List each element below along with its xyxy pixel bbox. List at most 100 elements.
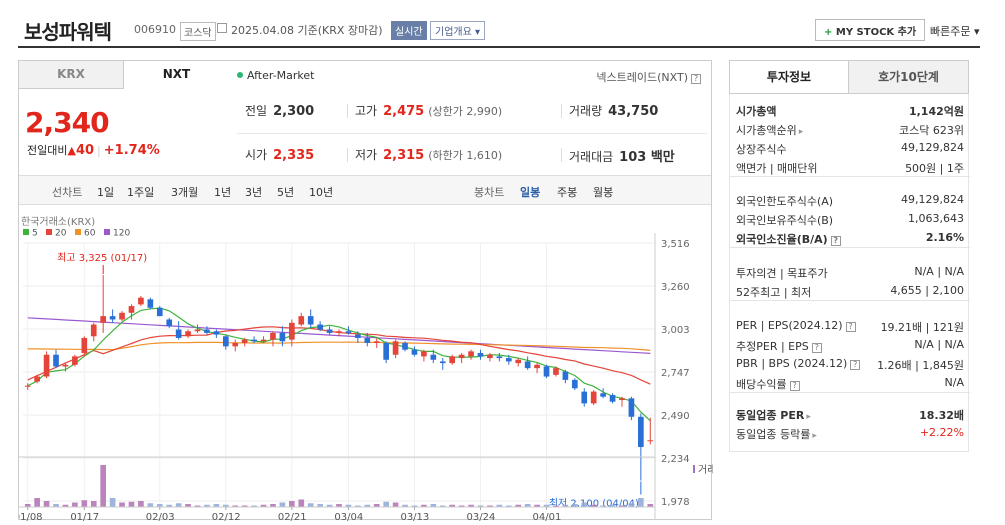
- period-1y[interactable]: 1년: [214, 184, 231, 200]
- help-icon[interactable]: ?: [691, 74, 701, 84]
- tab-nxt[interactable]: NXT: [124, 61, 229, 89]
- legend-swatch: [693, 465, 695, 473]
- low-label: 저가: [355, 148, 378, 162]
- invest-row-label: 52주최고 | 최저: [736, 286, 812, 299]
- candle-body: [421, 351, 427, 357]
- stock-name: 보성파워텍: [24, 20, 112, 44]
- period-1d[interactable]: 1일: [97, 184, 114, 200]
- candle-body: [213, 331, 220, 335]
- candle-body: [496, 356, 503, 359]
- candle-body: [90, 324, 97, 337]
- candle-body: [449, 356, 456, 364]
- legend-swatch: [75, 229, 81, 235]
- candle-body: [600, 393, 606, 397]
- price-chart[interactable]: 한국거래소(KRX)5 20 60 120 3,516 3,260 3,003 2,747 2,…: [19, 211, 713, 521]
- period-1w[interactable]: 1주일: [127, 184, 154, 200]
- candle-body: [175, 329, 182, 338]
- y-tick-label: 2,747: [661, 368, 690, 379]
- help-icon[interactable]: ?: [830, 236, 841, 246]
- volume-bar: [383, 501, 389, 507]
- help-icon[interactable]: ?: [845, 322, 856, 332]
- x-tick-label: 03/13: [400, 512, 429, 521]
- lower-limit: (하한가 1,610): [428, 149, 503, 162]
- period-daily[interactable]: 일봉: [520, 184, 540, 200]
- volume-bar: [581, 502, 588, 507]
- candle-body: [619, 398, 625, 401]
- invest-row-label: 상장주식수: [736, 143, 787, 156]
- candle-body: [289, 322, 295, 340]
- invest-row: 추정PER | EPS? N/A | N/A: [730, 335, 970, 354]
- help-icon[interactable]: ?: [811, 343, 822, 353]
- candle-body: [345, 331, 352, 333]
- candle-body: [241, 339, 248, 343]
- period-10y[interactable]: 10년: [309, 184, 333, 200]
- help-icon[interactable]: ?: [850, 360, 861, 370]
- corp-info-dropdown[interactable]: 기업개요 ▾: [430, 21, 486, 40]
- high-price: 고가 2,475 (상한가 2,990): [347, 102, 502, 119]
- candle-body: [638, 416, 644, 447]
- chevron-right-icon[interactable]: ▸: [806, 412, 811, 422]
- volume-bar: [289, 501, 295, 507]
- period-3m[interactable]: 3개월: [171, 184, 198, 200]
- invest-row-value: 500원 | 1주: [905, 162, 964, 175]
- candle-body: [430, 354, 437, 360]
- plus-icon: +: [824, 27, 833, 38]
- candle-body: [194, 329, 201, 332]
- mystock-add-button[interactable]: + MY STOCK 추가: [815, 19, 926, 41]
- realtime-button[interactable]: 실시간: [391, 21, 427, 40]
- ma60-line: [27, 341, 651, 351]
- amount-value: 103 백만: [619, 150, 675, 165]
- period-monthly[interactable]: 월봉: [593, 184, 613, 200]
- price-change: 전일대비▲40 | +1.74%: [27, 142, 160, 158]
- help-icon[interactable]: ?: [789, 381, 800, 391]
- candle-body: [279, 332, 286, 342]
- quick-order-link[interactable]: 빠른주문 ▾: [930, 23, 980, 39]
- amount-label: 거래대금: [569, 150, 614, 164]
- chevron-right-icon[interactable]: ▸: [812, 431, 817, 441]
- invest-row-label: PER | EPS(2024.12)?: [736, 319, 856, 332]
- period-5y[interactable]: 5년: [277, 184, 294, 200]
- candle-body: [392, 341, 399, 355]
- x-tick-label: 01/08: [19, 512, 43, 521]
- period-3y[interactable]: 3년: [245, 184, 262, 200]
- low-value: 2,315: [383, 148, 425, 163]
- volume-bar: [638, 498, 644, 507]
- candle-chart-label[interactable]: 봉차트: [474, 184, 504, 200]
- price-panel: KRX NXT After-Market 넥스트레이드(NXT)? 2,340 …: [18, 60, 713, 521]
- invest-group: 투자의견 | 목표주가 N/A | N/A 52주최고 | 최저 4,655 | 2,…: [730, 262, 970, 301]
- tab-krx[interactable]: KRX: [19, 61, 124, 89]
- chevron-right-icon[interactable]: ▸: [799, 127, 804, 137]
- candle-body: [355, 334, 361, 338]
- y-tick-label: 3,003: [661, 325, 690, 336]
- invest-row-label: 배당수익률?: [736, 376, 800, 392]
- volume-label: 거래량: [569, 104, 603, 118]
- x-tick-label: 03/04: [334, 512, 363, 521]
- candle-body: [487, 354, 493, 359]
- volume-bar: [298, 499, 305, 507]
- tab-orderbook[interactable]: 호가10단계: [849, 61, 968, 93]
- invest-row-value: N/A | N/A: [914, 265, 964, 278]
- invest-group: 시가총액 1,142억원 시가총액순위 ▸ 코스닥 623위 상장주식수 49,129,82…: [730, 100, 970, 177]
- tab-invest-info[interactable]: 투자정보: [730, 61, 849, 93]
- invest-row: PBR | BPS (2024.12)? 1.26배 | 1,845원: [730, 354, 970, 373]
- volume-bar: [81, 500, 88, 507]
- invest-row: 상장주식수 49,129,824: [730, 138, 970, 157]
- change-value: 40: [75, 143, 95, 158]
- candle-body: [62, 364, 69, 367]
- invest-row: 액면가 | 매매단위 500원 | 1주: [730, 157, 970, 176]
- volume-bar: [90, 501, 97, 507]
- chart-source-label: 한국거래소(KRX): [21, 216, 95, 228]
- period-weekly[interactable]: 주봉: [557, 184, 577, 200]
- chevron-down-icon: ▾: [475, 27, 481, 38]
- candle-body: [477, 353, 484, 357]
- invest-row-value: N/A: [944, 376, 964, 389]
- candle-body: [307, 316, 314, 325]
- candle-body: [524, 361, 531, 369]
- invest-tabs: 투자정보 호가10단계: [729, 60, 969, 94]
- line-chart-label[interactable]: 선차트: [52, 184, 82, 200]
- invest-row-label: 동일업종 등락률 ▸: [736, 428, 817, 441]
- candle-body: [534, 364, 540, 369]
- candle-body: [543, 366, 550, 377]
- invest-row-value: 1,063,643: [908, 212, 964, 225]
- candle-body: [270, 332, 276, 340]
